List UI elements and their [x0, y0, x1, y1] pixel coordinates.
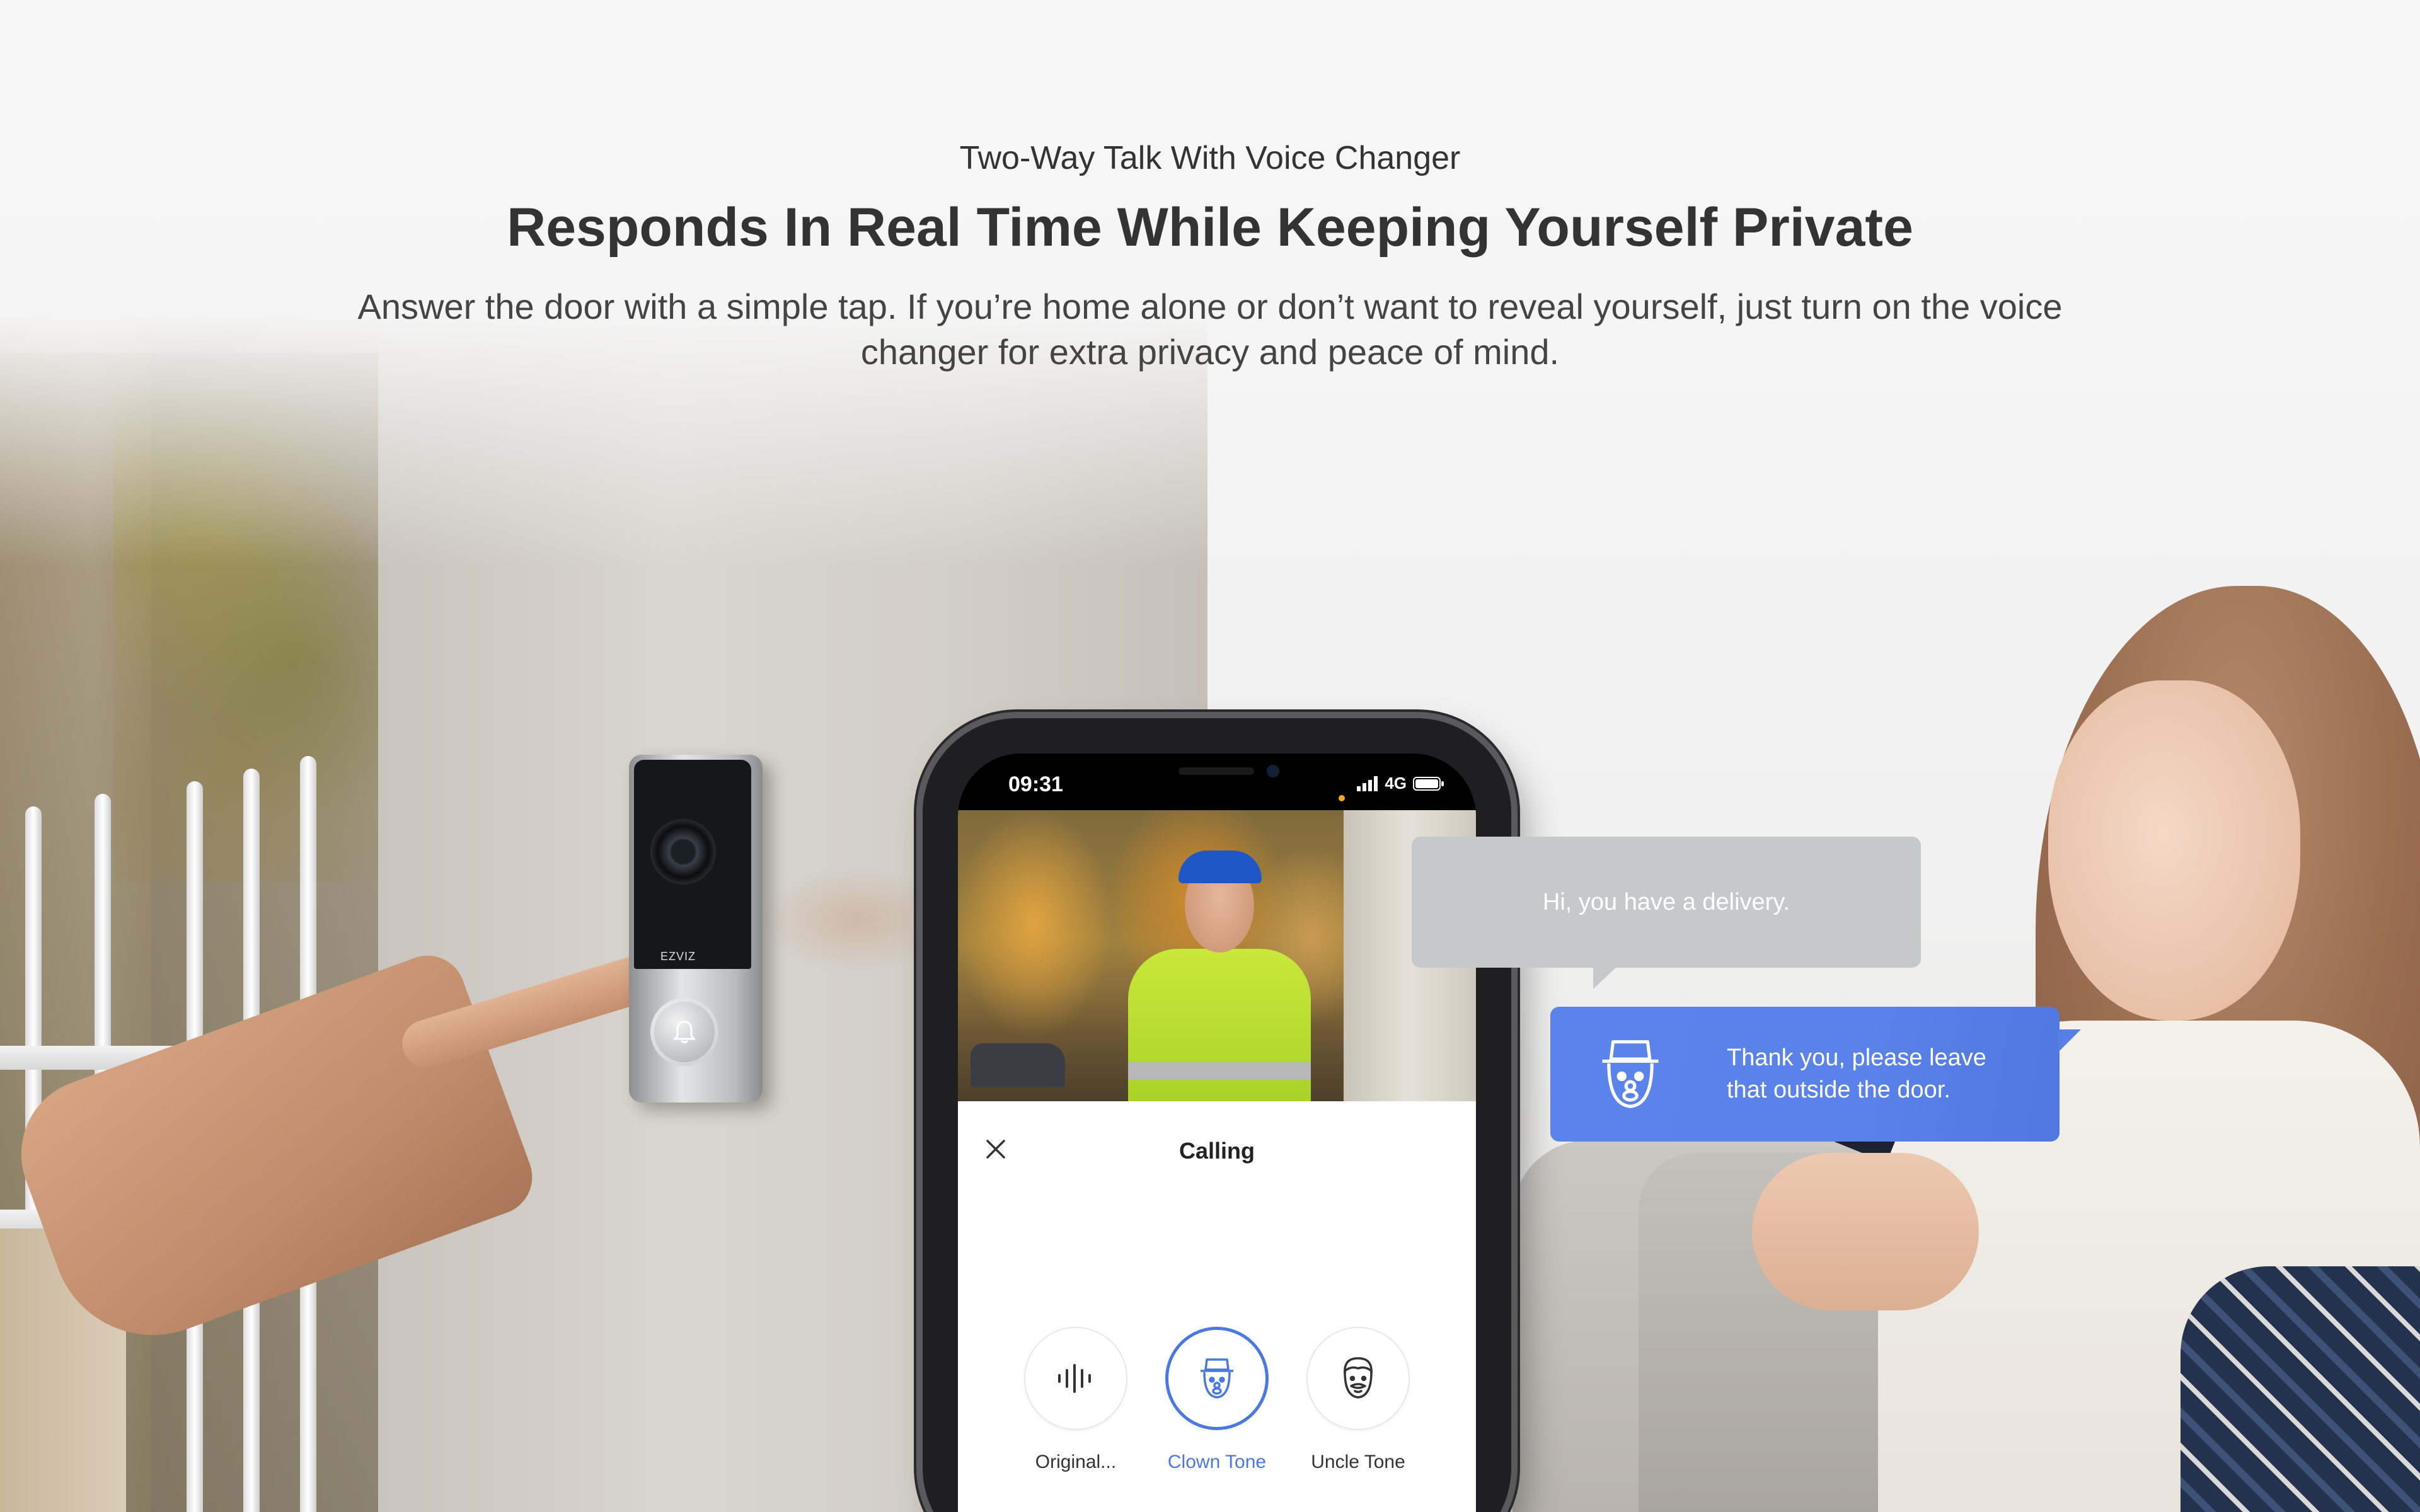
camera-lens — [650, 819, 716, 885]
tone-uncle-circle[interactable] — [1306, 1327, 1410, 1430]
bell-icon — [673, 1021, 696, 1043]
uncle-icon — [1344, 1357, 1373, 1399]
delivery-person-cap — [1178, 850, 1262, 883]
voice-tone-selector: Original... Clown Tone Uncle Tone — [958, 1327, 1476, 1473]
tone-clown-circle[interactable] — [1165, 1327, 1269, 1430]
woman-hands — [1752, 1153, 1979, 1310]
incoming-message-text: Hi, you have a delivery. — [1542, 888, 1790, 915]
hero-title: Responds In Real Time While Keeping Your… — [507, 197, 1913, 258]
phone-screen: 09:31 4G Calling Original... Clown Tone … — [958, 753, 1476, 1512]
tone-label: Original... — [1035, 1452, 1117, 1472]
hero-description: Answer the door with a simple tap. If yo… — [357, 287, 2063, 372]
live-video-feed[interactable] — [958, 810, 1476, 1106]
waveform-icon — [1058, 1364, 1091, 1393]
status-indicators: 4G — [1357, 774, 1444, 793]
front-camera — [1267, 765, 1279, 777]
hero-subtitle: Two-Way Talk With Voice Changer — [959, 140, 1461, 176]
vest-reflective-stripe — [1128, 1062, 1311, 1080]
battery-icon — [1413, 776, 1444, 791]
status-bar: 09:31 4G — [958, 753, 1476, 810]
tone-original[interactable]: Original... — [1023, 1327, 1129, 1473]
blanket — [2181, 1266, 2420, 1512]
delivery-person-vest — [1128, 949, 1311, 1106]
hero-header: Two-Way Talk With Voice Changer Responds… — [0, 139, 2420, 375]
incoming-message-bubble: Hi, you have a delivery. — [1412, 837, 1921, 989]
call-title: Calling — [1178, 1138, 1255, 1164]
tone-original-circle[interactable] — [1024, 1327, 1127, 1430]
clown-icon — [1201, 1358, 1233, 1399]
video-doorbell: EZVIZ — [629, 755, 763, 1102]
tone-uncle[interactable]: Uncle Tone — [1305, 1327, 1411, 1473]
earpiece — [1178, 767, 1254, 775]
woman-face — [2048, 680, 2300, 1021]
call-panel: Calling Original... Clown Tone Uncle Ton… — [958, 1101, 1476, 1512]
status-time: 09:31 — [1008, 772, 1063, 796]
network-label: 4G — [1385, 774, 1407, 793]
clown-icon — [1602, 1040, 1659, 1108]
signal-icon — [1357, 776, 1378, 791]
doorbell-button[interactable] — [650, 998, 718, 1066]
doorbell-camera-panel: EZVIZ — [634, 760, 751, 969]
tone-clown[interactable]: Clown Tone — [1164, 1327, 1270, 1473]
phone-notch — [1078, 753, 1355, 799]
outgoing-message-text: Thank you, please leave that outside the… — [1727, 1045, 1986, 1104]
tone-label: Clown Tone — [1167, 1452, 1267, 1472]
tone-label: Uncle Tone — [1311, 1452, 1405, 1472]
doorbell-logo: EZVIZ — [660, 950, 696, 963]
mic-indicator-dot — [1339, 795, 1345, 801]
outgoing-message-bubble: Thank you, please leave that outside the… — [1550, 1007, 2081, 1142]
video-car — [971, 1043, 1065, 1087]
